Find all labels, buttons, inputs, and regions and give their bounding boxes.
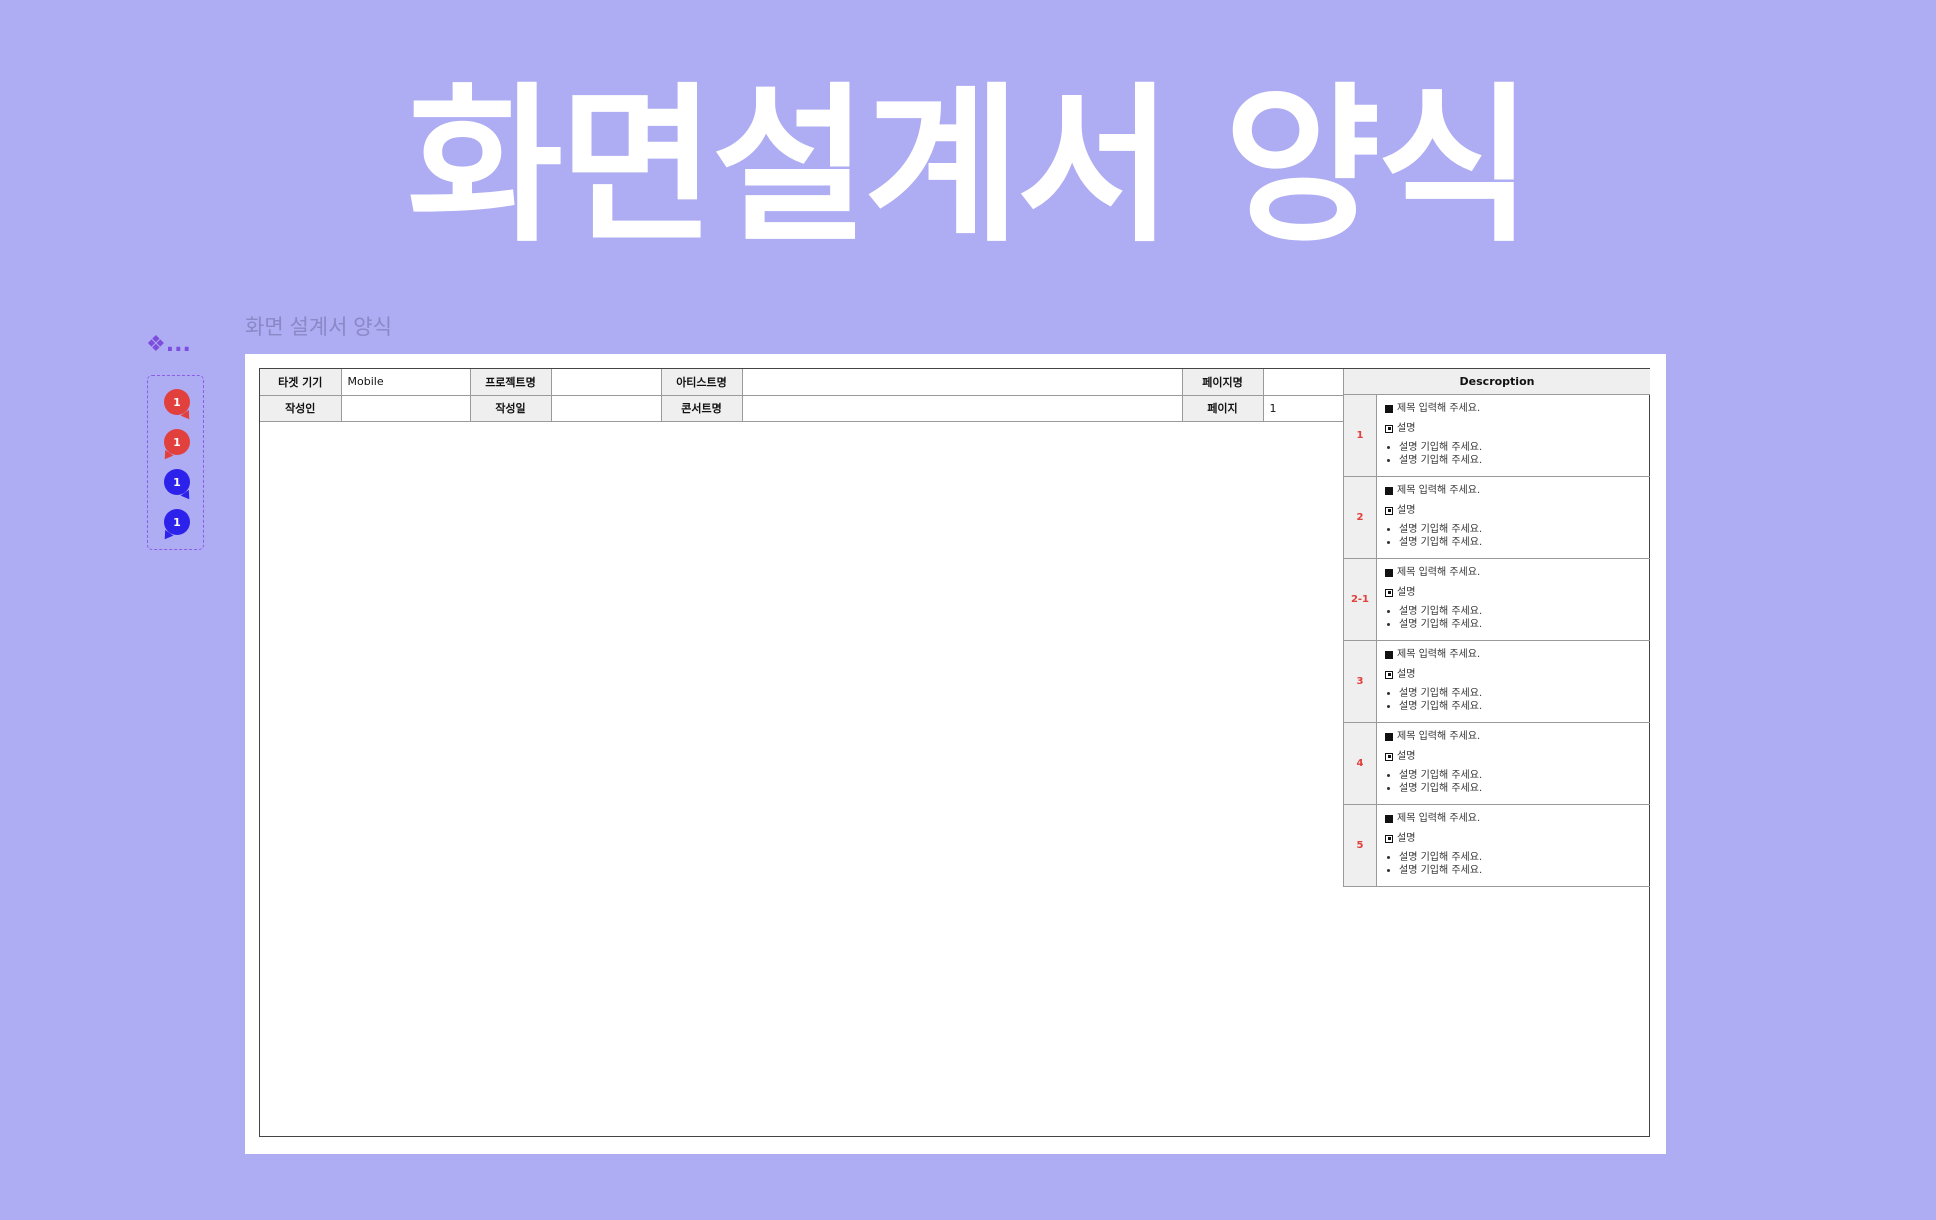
frame-label[interactable]: 화면 설계서 양식 <box>245 311 392 341</box>
checkbox-square-icon <box>1385 752 1393 761</box>
project-value[interactable] <box>550 369 662 396</box>
description-title: 제목 입력해 주세요. <box>1397 485 1481 496</box>
description-row: 2 제목 입력해 주세요. 설명 설명 기입해 주세요. 설명 기입해 주세요. <box>1344 477 1650 559</box>
filled-square-icon <box>1385 486 1393 495</box>
page-name-label: 페이지명 <box>1181 369 1264 396</box>
description-header: Descroption <box>1344 369 1650 395</box>
description-title: 제목 입력해 주세요. <box>1397 813 1481 824</box>
artist-value[interactable] <box>741 369 1183 396</box>
description-body[interactable]: 제목 입력해 주세요. 설명 설명 기입해 주세요. 설명 기입해 주세요. <box>1377 641 1650 722</box>
description-title: 제목 입력해 주세요. <box>1397 403 1481 414</box>
description-subtitle: 설명 <box>1397 751 1416 762</box>
description-bullet: 설명 기입해 주세요. <box>1399 770 1642 783</box>
description-bullet: 설명 기입해 주세요. <box>1399 865 1642 878</box>
description-number: 2-1 <box>1344 559 1377 640</box>
design-sheet: 타겟 기기 Mobile 프로젝트명 아티스트명 페이지명 작성인 작성일 콘서… <box>245 354 1666 1154</box>
artist-label: 아티스트명 <box>660 369 743 396</box>
author-value[interactable] <box>340 394 471 422</box>
description-title: 제목 입력해 주세요. <box>1397 567 1481 578</box>
project-label: 프로젝트명 <box>469 369 552 396</box>
speech-bubble-red-right-icon[interactable]: 1 <box>164 389 190 415</box>
description-row: 5 제목 입력해 주세요. 설명 설명 기입해 주세요. 설명 기입해 주세요. <box>1344 805 1650 887</box>
wireframe-canvas-area[interactable] <box>260 422 1343 1136</box>
description-row: 3 제목 입력해 주세요. 설명 설명 기입해 주세요. 설명 기입해 주세요. <box>1344 641 1650 723</box>
target-device-label: 타겟 기기 <box>260 369 342 396</box>
description-body[interactable]: 제목 입력해 주세요. 설명 설명 기입해 주세요. 설명 기입해 주세요. <box>1377 395 1650 476</box>
description-row: 1 제목 입력해 주세요. 설명 설명 기입해 주세요. 설명 기입해 주세요. <box>1344 395 1650 477</box>
checkbox-square-icon <box>1385 670 1393 679</box>
description-bullet: 설명 기입해 주세요. <box>1399 537 1642 550</box>
description-bullet: 설명 기입해 주세요. <box>1399 442 1642 455</box>
checkbox-square-icon <box>1385 588 1393 597</box>
description-number: 5 <box>1344 805 1377 886</box>
description-title: 제목 입력해 주세요. <box>1397 649 1481 660</box>
description-bullet: 설명 기입해 주세요. <box>1399 455 1642 468</box>
description-bullet: 설명 기입해 주세요. <box>1399 524 1642 537</box>
description-bullet: 설명 기입해 주세요. <box>1399 688 1642 701</box>
checkbox-square-icon <box>1385 424 1393 433</box>
filled-square-icon <box>1385 650 1393 659</box>
description-row: 2-1 제목 입력해 주세요. 설명 설명 기입해 주세요. 설명 기입해 주세… <box>1344 559 1650 641</box>
description-subtitle: 설명 <box>1397 669 1416 680</box>
checkbox-square-icon <box>1385 506 1393 515</box>
description-panel: Descroption 1 제목 입력해 주세요. 설명 설명 기입해 주세요.… <box>1343 369 1650 887</box>
filled-square-icon <box>1385 568 1393 577</box>
description-number: 4 <box>1344 723 1377 804</box>
concert-value[interactable] <box>741 394 1183 422</box>
description-bullet: 설명 기입해 주세요. <box>1399 783 1642 796</box>
page-value[interactable]: 1 <box>1262 394 1344 422</box>
speech-bubble-red-left-icon[interactable]: 1 <box>164 429 190 455</box>
marker-component-set[interactable]: 1 1 1 1 <box>147 375 204 550</box>
page-name-value[interactable] <box>1262 369 1344 396</box>
description-number: 3 <box>1344 641 1377 722</box>
checkbox-square-icon <box>1385 834 1393 843</box>
description-row: 4 제목 입력해 주세요. 설명 설명 기입해 주세요. 설명 기입해 주세요. <box>1344 723 1650 805</box>
speech-bubble-blue-right-icon[interactable]: 1 <box>164 469 190 495</box>
description-body[interactable]: 제목 입력해 주세요. 설명 설명 기입해 주세요. 설명 기입해 주세요. <box>1377 723 1650 804</box>
description-number: 1 <box>1344 395 1377 476</box>
description-bullet: 설명 기입해 주세요. <box>1399 701 1642 714</box>
target-device-value[interactable]: Mobile <box>340 369 471 396</box>
date-value[interactable] <box>550 394 662 422</box>
hero-title: 화면설계서 양식 <box>407 68 1533 266</box>
page-label: 페이지 <box>1181 394 1264 422</box>
description-title: 제목 입력해 주세요. <box>1397 731 1481 742</box>
description-bullet: 설명 기입해 주세요. <box>1399 852 1642 865</box>
concert-label: 콘서트명 <box>660 394 743 422</box>
description-body[interactable]: 제목 입력해 주세요. 설명 설명 기입해 주세요. 설명 기입해 주세요. <box>1377 477 1650 558</box>
filled-square-icon <box>1385 404 1393 413</box>
description-subtitle: 설명 <box>1397 587 1416 598</box>
date-label: 작성일 <box>469 394 552 422</box>
description-body[interactable]: 제목 입력해 주세요. 설명 설명 기입해 주세요. 설명 기입해 주세요. <box>1377 805 1650 886</box>
speech-bubble-blue-left-icon[interactable]: 1 <box>164 509 190 535</box>
filled-square-icon <box>1385 732 1393 741</box>
author-label: 작성인 <box>260 394 342 422</box>
description-number: 2 <box>1344 477 1377 558</box>
description-subtitle: 설명 <box>1397 423 1416 434</box>
header-table: 타겟 기기 Mobile 프로젝트명 아티스트명 페이지명 작성인 작성일 콘서… <box>260 369 1344 422</box>
filled-square-icon <box>1385 814 1393 823</box>
description-subtitle: 설명 <box>1397 505 1416 516</box>
description-bullet: 설명 기입해 주세요. <box>1399 606 1642 619</box>
description-subtitle: 설명 <box>1397 833 1416 844</box>
description-body[interactable]: 제목 입력해 주세요. 설명 설명 기입해 주세요. 설명 기입해 주세요. <box>1377 559 1650 640</box>
description-bullet: 설명 기입해 주세요. <box>1399 619 1642 632</box>
component-icon[interactable]: ❖... <box>146 334 191 356</box>
screen-design-document: 타겟 기기 Mobile 프로젝트명 아티스트명 페이지명 작성인 작성일 콘서… <box>259 368 1650 1137</box>
